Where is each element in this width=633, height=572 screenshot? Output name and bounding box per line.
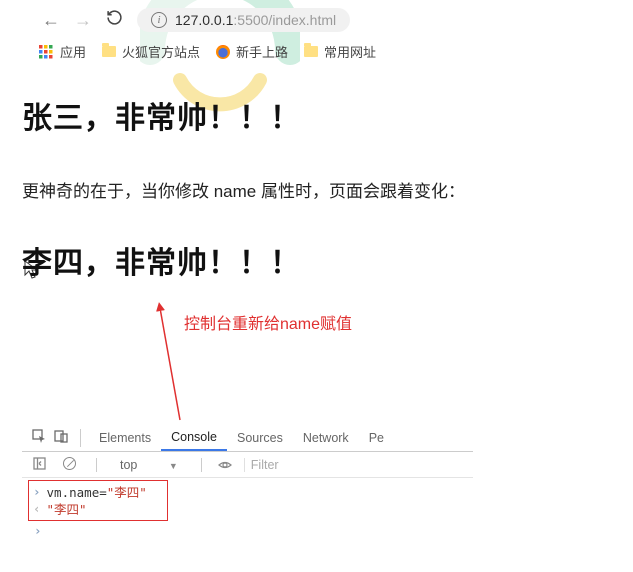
reload-button[interactable] <box>106 9 123 31</box>
console-line-input: › vm.name="李四" <box>33 483 163 500</box>
devtools-panel: Elements Console Sources Network Pe top … <box>22 424 473 544</box>
code-token: = <box>99 485 107 500</box>
browser-toolbar: ← → i 127.0.0.1:5500/index.html <box>0 0 633 36</box>
filter-input[interactable]: Filter <box>244 458 285 472</box>
code-token: "李四" <box>47 499 87 518</box>
site-info-icon[interactable]: i <box>151 12 167 28</box>
tab-performance[interactable]: Pe <box>359 424 394 451</box>
annotation-label: 控制台重新给name赋值 <box>184 310 352 334</box>
inspect-element-icon[interactable] <box>28 429 50 446</box>
bookmark-getting-started[interactable]: 新手上路 <box>216 42 288 61</box>
apps-label: 应用 <box>60 42 86 61</box>
code-token: vm <box>47 485 62 500</box>
bookmark-label: 火狐官方站点 <box>122 42 200 61</box>
folder-icon <box>304 46 318 57</box>
firefox-icon <box>216 45 230 59</box>
bookmarks-bar: 应用 火狐官方站点 新手上路 常用网址 <box>0 36 633 69</box>
address-bar[interactable]: i 127.0.0.1:5500/index.html <box>137 8 350 32</box>
live-expression-icon[interactable] <box>218 458 232 472</box>
console-toolbar: top ▼ Filter <box>22 452 473 478</box>
description-text: 更神奇的在于，当你修改 name 属性时，页面会跟着变化： <box>22 177 611 202</box>
input-prompt-icon: › <box>33 484 41 499</box>
highlighted-console-lines: › vm.name="李四" ‹ "李四" <box>28 480 168 521</box>
url-text: 127.0.0.1:5500/index.html <box>175 12 336 28</box>
code-token: "李四" <box>107 485 147 500</box>
bookmark-common-sites[interactable]: 常用网址 <box>304 42 376 61</box>
page-content: 张三，非常帅！！！ 更神奇的在于，当你修改 name 属性时，页面会跟着变化： … <box>0 69 633 282</box>
forward-button[interactable]: → <box>74 11 92 29</box>
bookmark-label: 新手上路 <box>236 42 288 61</box>
tab-sources[interactable]: Sources <box>227 424 293 451</box>
device-toolbar-icon[interactable] <box>50 429 72 446</box>
code-token: name <box>69 485 99 500</box>
bookmark-label: 常用网址 <box>324 42 376 61</box>
bookmark-firefox-site[interactable]: 火狐官方站点 <box>102 42 200 61</box>
back-button[interactable]: ← <box>42 11 60 29</box>
console-input-prompt[interactable]: › <box>28 523 467 538</box>
chevron-down-icon: ▼ <box>169 461 178 471</box>
apps-button[interactable]: 应用 <box>38 42 86 61</box>
heading-original: 张三，非常帅！！！ <box>22 93 611 137</box>
output-prompt-icon: ‹ <box>33 501 41 516</box>
tab-network[interactable]: Network <box>293 424 359 451</box>
console-line-output: ‹ "李四" <box>33 500 163 517</box>
heading-updated: 李四，非常帅！！！ <box>22 238 611 282</box>
context-label: top <box>120 458 137 472</box>
code-token: . <box>62 485 70 500</box>
folder-icon <box>102 46 116 57</box>
tab-console[interactable]: Console <box>161 424 227 451</box>
console-output: › vm.name="李四" ‹ "李四" › <box>22 478 473 544</box>
devtools-tabs: Elements Console Sources Network Pe <box>22 424 473 452</box>
apps-icon <box>38 44 54 60</box>
clear-console-icon[interactable] <box>58 457 80 473</box>
tab-elements[interactable]: Elements <box>89 424 161 451</box>
console-sidebar-icon[interactable] <box>28 457 50 473</box>
context-selector[interactable]: top ▼ <box>113 457 185 473</box>
